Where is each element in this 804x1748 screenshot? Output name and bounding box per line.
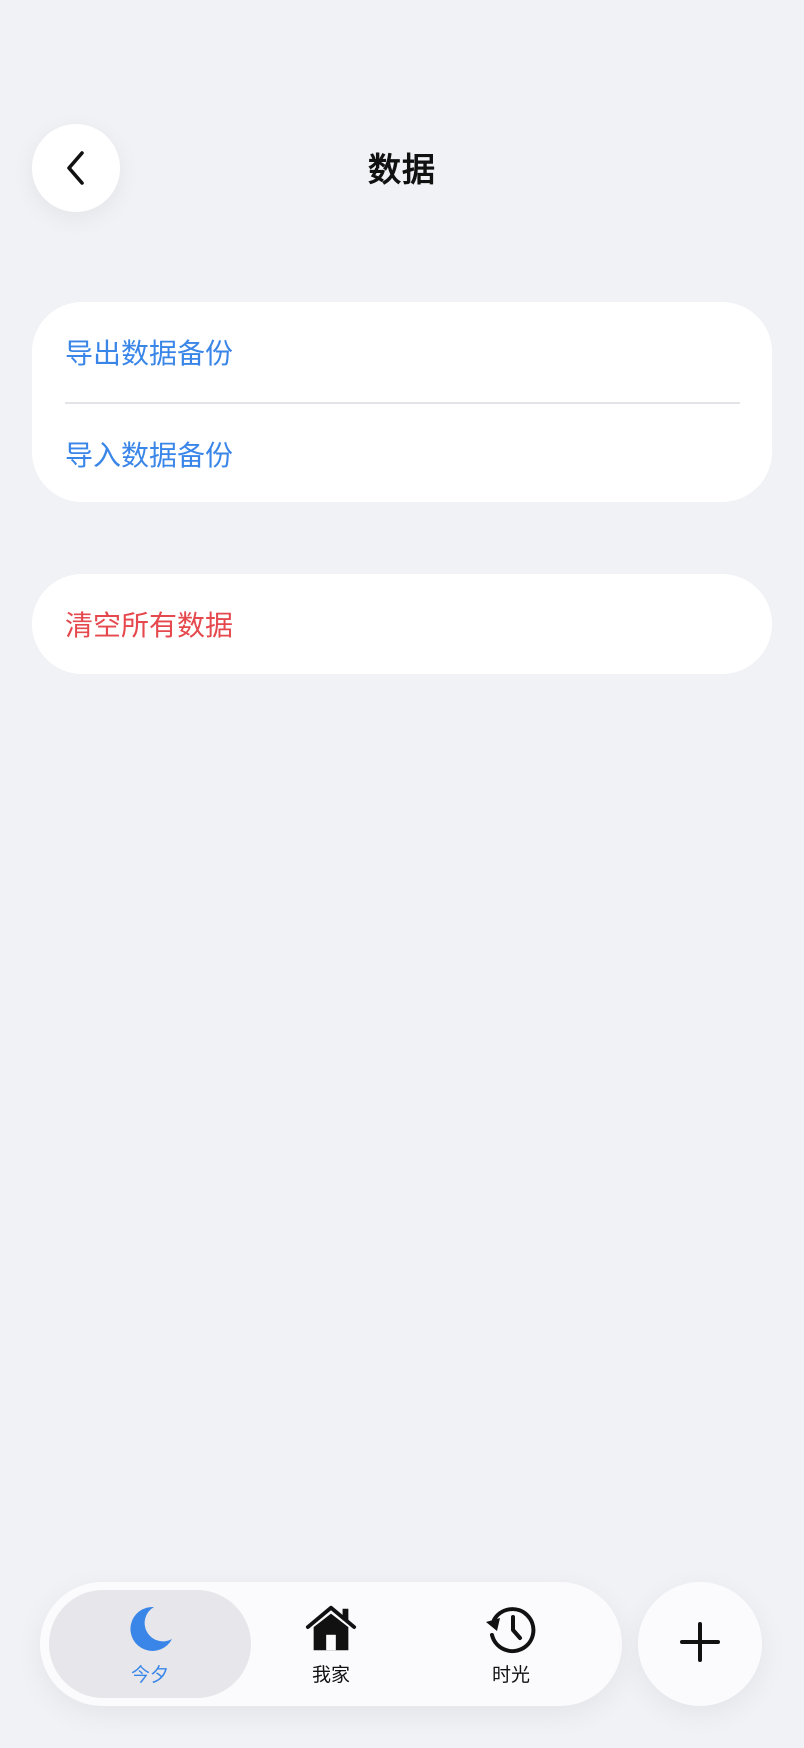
tab-home[interactable]: 我家	[230, 1590, 432, 1698]
moon-icon	[123, 1602, 177, 1656]
page-title: 数据	[368, 150, 436, 189]
add-button[interactable]	[638, 1582, 762, 1706]
clear-all-data-item[interactable]: 清空所有数据	[32, 574, 772, 674]
data-settings-screen: 数据 导出数据备份 导入数据备份 清空所有数据 今夕 我家 时光	[0, 0, 804, 1748]
tab-bar: 今夕 我家 时光	[40, 1582, 622, 1706]
import-backup-item[interactable]: 导入数据备份	[32, 404, 772, 502]
house-icon	[304, 1602, 358, 1656]
plus-icon	[679, 1621, 721, 1667]
tab-today[interactable]: 今夕	[49, 1590, 251, 1698]
export-backup-item[interactable]: 导出数据备份	[32, 302, 772, 402]
tab-time[interactable]: 时光	[410, 1590, 612, 1698]
backup-card: 导出数据备份 导入数据备份	[32, 302, 772, 502]
tab-label: 今夕	[130, 1663, 169, 1686]
tab-label: 我家	[311, 1663, 350, 1686]
tab-label: 时光	[491, 1663, 530, 1686]
history-clock-icon	[484, 1602, 538, 1656]
danger-card: 清空所有数据	[32, 574, 772, 674]
